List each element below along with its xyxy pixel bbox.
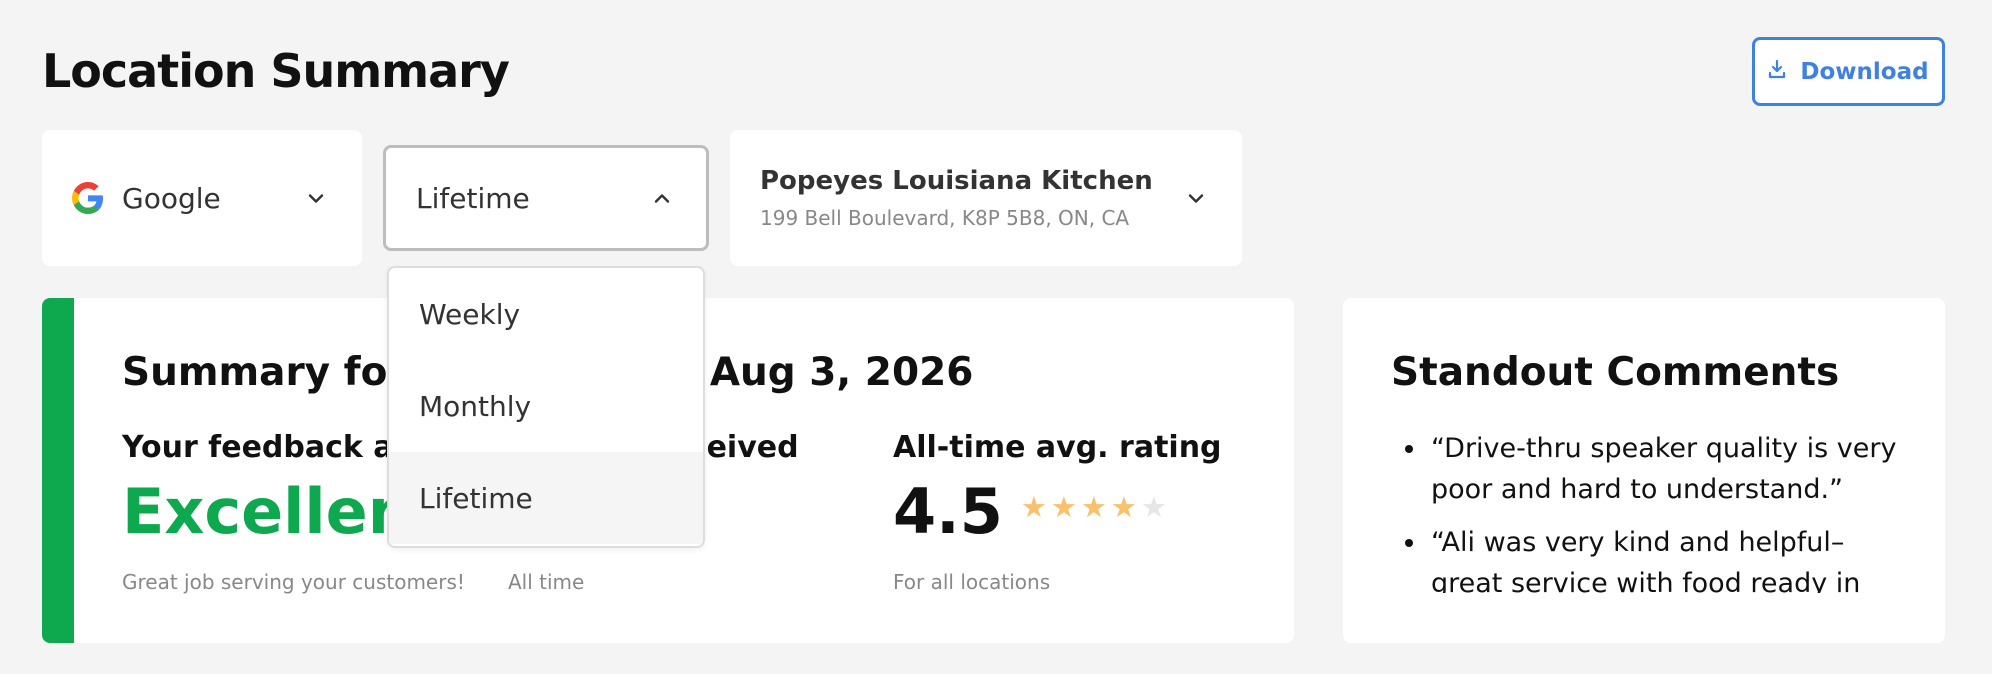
dropdown-option-monthly[interactable]: Monthly — [389, 360, 703, 452]
feedback-note: Great job serving your customers! — [122, 570, 465, 594]
platform-filter[interactable]: Google — [42, 130, 362, 266]
page-title: Location Summary — [42, 44, 510, 98]
rating-note: For all locations — [893, 570, 1051, 594]
chevron-down-icon — [308, 189, 324, 208]
download-label: Download — [1800, 58, 1929, 85]
star-rating: ★ ★ ★ ★ ★ — [1020, 489, 1167, 524]
location-address: 199 Bell Boulevard, K8P 5B8, ON, CA — [760, 206, 1130, 230]
comment-item: “Drive-thru speaker quality is very poor… — [1391, 428, 1901, 510]
location-name: Popeyes Louisiana Kitchen — [760, 166, 1153, 196]
download-icon — [1768, 59, 1786, 85]
google-logo-icon — [72, 182, 104, 214]
star-filled-icon: ★ — [1110, 489, 1137, 524]
rating-heading: All-time avg. rating — [893, 430, 1222, 465]
star-filled-icon: ★ — [1020, 489, 1047, 524]
download-button[interactable]: Download — [1752, 37, 1945, 106]
chevron-down-icon — [1188, 189, 1204, 208]
reviews-note: All time — [508, 570, 585, 594]
rating-section: All-time avg. rating 4.5 ★ ★ ★ ★ ★ — [893, 430, 1222, 549]
rating-value: 4.5 — [893, 475, 1003, 548]
dropdown-option-lifetime[interactable]: Lifetime — [389, 452, 703, 544]
period-dropdown-menu: Weekly Monthly Lifetime — [387, 266, 705, 548]
summary-accent-bar — [42, 298, 74, 643]
chevron-up-icon — [654, 189, 670, 208]
comment-item: “Ali was very kind and helpful–great ser… — [1391, 522, 1901, 593]
star-filled-icon: ★ — [1050, 489, 1077, 524]
comments-card: Standout Comments “Drive-thru speaker qu… — [1343, 298, 1945, 643]
dropdown-option-weekly[interactable]: Weekly — [389, 268, 703, 360]
period-filter[interactable]: Lifetime — [383, 145, 709, 251]
comments-list: “Drive-thru speaker quality is very poor… — [1391, 428, 1901, 593]
period-label: Lifetime — [416, 181, 530, 215]
star-filled-icon: ★ — [1080, 489, 1107, 524]
location-filter[interactable]: Popeyes Louisiana Kitchen 199 Bell Boule… — [730, 130, 1242, 266]
star-empty-icon: ★ — [1140, 489, 1167, 524]
comments-title: Standout Comments — [1391, 350, 1840, 395]
platform-label: Google — [122, 181, 221, 215]
